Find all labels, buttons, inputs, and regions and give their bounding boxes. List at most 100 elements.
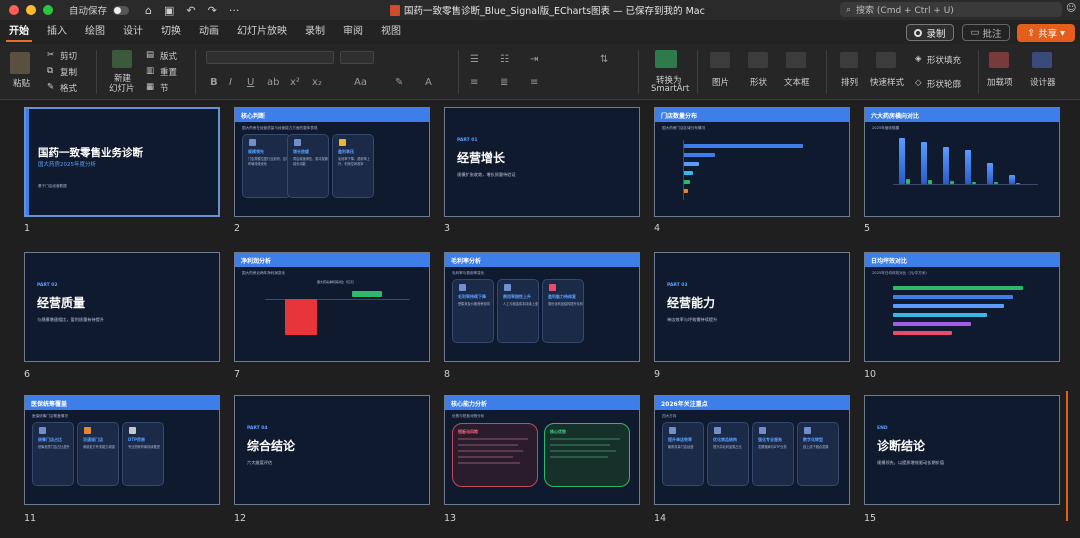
strikethrough-icon[interactable]: ab <box>267 77 279 88</box>
arrange-label[interactable]: 排列 <box>841 76 858 88</box>
tab-design[interactable]: 设计 <box>114 22 152 42</box>
format-painter-icon[interactable]: ✎ <box>47 82 54 92</box>
indent-icon[interactable]: ⇥ <box>530 54 538 65</box>
cut-label[interactable]: 剪切 <box>60 50 77 62</box>
slide-thumbnail-13[interactable]: 核心能力分析 优势与短板对照分析 短板与风险 核心优势 <box>444 395 640 505</box>
align-left-icon[interactable]: ≡ <box>470 77 478 88</box>
quick-styles-icon[interactable] <box>876 52 896 68</box>
shape-fill-label[interactable]: 形状填充 <box>927 54 961 66</box>
shape-icon[interactable] <box>748 52 768 68</box>
italic-icon[interactable]: I <box>229 77 232 88</box>
account-icon[interactable]: ☺ <box>1066 3 1076 14</box>
card-title: 毛利率持续下降 <box>458 294 486 299</box>
reset-label[interactable]: 重置 <box>160 66 177 78</box>
scissors-icon[interactable]: ✂ <box>47 50 54 60</box>
copy-label[interactable]: 复制 <box>60 66 77 78</box>
slide-thumbnail-7[interactable]: 净利润分析 国大药房近两年净利润变化 国大药房净利润对比（亿元） <box>234 252 430 362</box>
tab-home[interactable]: 开始 <box>0 22 38 42</box>
picture-icon[interactable] <box>710 52 730 68</box>
shape-outline-icon[interactable]: ◇ <box>915 78 922 88</box>
slide-thumbnail-1[interactable]: 国药一致零售业务诊断 国大药房2025年度分析 基于门店经营数据 <box>24 107 220 217</box>
smartart-icon[interactable] <box>655 50 677 68</box>
section-desc: 规模扩张收敛，增长质量待验证 <box>457 172 516 177</box>
addins-icon[interactable] <box>989 52 1009 68</box>
arrange-icon[interactable] <box>840 52 858 68</box>
layout-icon[interactable]: ▤ <box>146 50 154 60</box>
record-button[interactable]: 录制 <box>906 24 954 41</box>
redo-icon[interactable]: ↷ <box>208 4 217 17</box>
new-slide-label-2[interactable]: 幻灯片 <box>109 82 135 94</box>
slide-thumbnail-12[interactable]: PART 04 综合结论 六大维度评估 <box>234 395 430 505</box>
subscript-icon[interactable]: x₂ <box>312 77 322 88</box>
highlight-icon[interactable]: ✎ <box>395 77 403 88</box>
share-button[interactable]: ⇪ 共享 ▾ <box>1017 24 1075 42</box>
slide-thumbnail-2[interactable]: 核心判断 国大药房在经营质量与经营能力方面的整体表现 规模领先 门店规模位居行业… <box>234 107 430 217</box>
slide-thumbnail-11[interactable]: 医保统筹覆盖 医保统筹门店覆盖情况 统筹门店占比 统筹资质门店占比提升 双通道门… <box>24 395 220 505</box>
minimize-window-button[interactable] <box>26 5 36 15</box>
tab-record[interactable]: 录制 <box>296 22 334 42</box>
layout-label[interactable]: 版式 <box>160 50 177 62</box>
shape-label[interactable]: 形状 <box>750 76 767 88</box>
slide-thumbnail-10[interactable]: 日均坪效对比 2025年日均坪效对比（元/平方米） <box>864 252 1060 362</box>
undo-icon[interactable]: ↶ <box>186 4 195 17</box>
close-window-button[interactable] <box>9 5 19 15</box>
superscript-icon[interactable]: x² <box>290 77 300 88</box>
tab-view[interactable]: 视图 <box>372 22 410 42</box>
paste-label[interactable]: 粘贴 <box>13 77 30 89</box>
addins-label[interactable]: 加载项 <box>987 76 1013 88</box>
autosave-toggle[interactable] <box>113 5 130 15</box>
shape-fill-icon[interactable]: ◈ <box>915 54 922 64</box>
slide-thumbnail-5[interactable]: 六大药房横向对比 2025年营收规模 <box>864 107 1060 217</box>
more-icon[interactable]: ··· <box>229 4 240 17</box>
slide-thumbnail-14[interactable]: 2026年关注重点 四大方向 提升单店效率 聚焦存量门店经营 优化商品结构 提升… <box>654 395 850 505</box>
designer-icon[interactable] <box>1032 52 1052 68</box>
slide-thumbnail-6[interactable]: PART 02 经营质量 与规模增速相比，盈利质量有待提升 <box>24 252 220 362</box>
tab-draw[interactable]: 绘图 <box>76 22 114 42</box>
tab-review[interactable]: 审阅 <box>334 22 372 42</box>
align-right-icon[interactable]: ≡ <box>530 77 538 88</box>
textbox-label[interactable]: 文本框 <box>784 76 810 88</box>
zoom-window-button[interactable] <box>43 5 53 15</box>
format-painter-label[interactable]: 格式 <box>60 82 77 94</box>
paste-icon[interactable] <box>10 52 30 74</box>
font-family-select[interactable] <box>206 51 334 64</box>
section-icon[interactable]: ▦ <box>146 82 154 92</box>
tab-insert[interactable]: 插入 <box>38 22 76 42</box>
quick-styles-label[interactable]: 快速样式 <box>870 76 904 88</box>
shape-outline-label[interactable]: 形状轮廓 <box>927 78 961 90</box>
designer-label[interactable]: 设计器 <box>1030 76 1056 88</box>
smartart-label-2[interactable]: SmartArt <box>651 84 689 94</box>
font-size-select[interactable] <box>340 51 374 64</box>
underline-icon[interactable]: U <box>247 77 254 88</box>
card-title: 提升单店效率 <box>668 437 692 442</box>
save-icon[interactable]: ▣ <box>164 4 174 17</box>
copy-icon[interactable]: ⧉ <box>47 66 53 76</box>
picture-label[interactable]: 图片 <box>712 76 729 88</box>
ribbon-divider <box>697 50 698 94</box>
slide-thumbnail-15[interactable]: END 诊断结论 规模领先，以提质增效驱动长期价值 <box>864 395 1060 505</box>
section-label[interactable]: 节 <box>160 82 169 94</box>
tab-animations[interactable]: 动画 <box>190 22 228 42</box>
new-slide-icon[interactable] <box>112 50 132 68</box>
comment-button[interactable]: ▭ 批注 <box>962 24 1010 41</box>
slide-thumbnail-8[interactable]: 毛利率分析 毛利率与费用率变化 毛利率持续下降 受集采及价格竞争影响 费用率刚性… <box>444 252 640 362</box>
tab-transitions[interactable]: 切换 <box>152 22 190 42</box>
bullets-icon[interactable]: ☰ <box>470 54 479 65</box>
slide-thumbnail-4[interactable]: 门店数量分布 国大药房门店区域分布情况 <box>654 107 850 217</box>
slide-thumbnail-9[interactable]: PART 03 经营能力 单店效率与坪效需持续提升 <box>654 252 850 362</box>
scrollbar-indicator[interactable] <box>1066 391 1068 521</box>
font-size-change-icon[interactable]: Aa <box>354 77 367 88</box>
bold-icon[interactable]: B <box>210 77 218 88</box>
slide-thumbnail-3[interactable]: PART 01 经营增长 规模扩张收敛，增长质量待验证 <box>444 107 640 217</box>
numbering-icon[interactable]: ☷ <box>500 54 509 65</box>
card-desc: 承接处方外流能力增强 <box>83 445 115 449</box>
search-input[interactable]: ⌕ 搜索 (Cmd + Ctrl + U) <box>840 2 1062 17</box>
align-center-icon[interactable]: ≣ <box>500 77 508 88</box>
window-controls <box>9 5 53 15</box>
reset-icon[interactable]: ▥ <box>146 66 154 76</box>
tab-slideshow[interactable]: 幻灯片放映 <box>228 22 296 42</box>
font-color-icon[interactable]: A <box>425 77 432 88</box>
text-direction-icon[interactable]: ⇅ <box>600 54 608 65</box>
textbox-icon[interactable] <box>786 52 806 68</box>
home-icon[interactable]: ⌂ <box>145 4 152 17</box>
